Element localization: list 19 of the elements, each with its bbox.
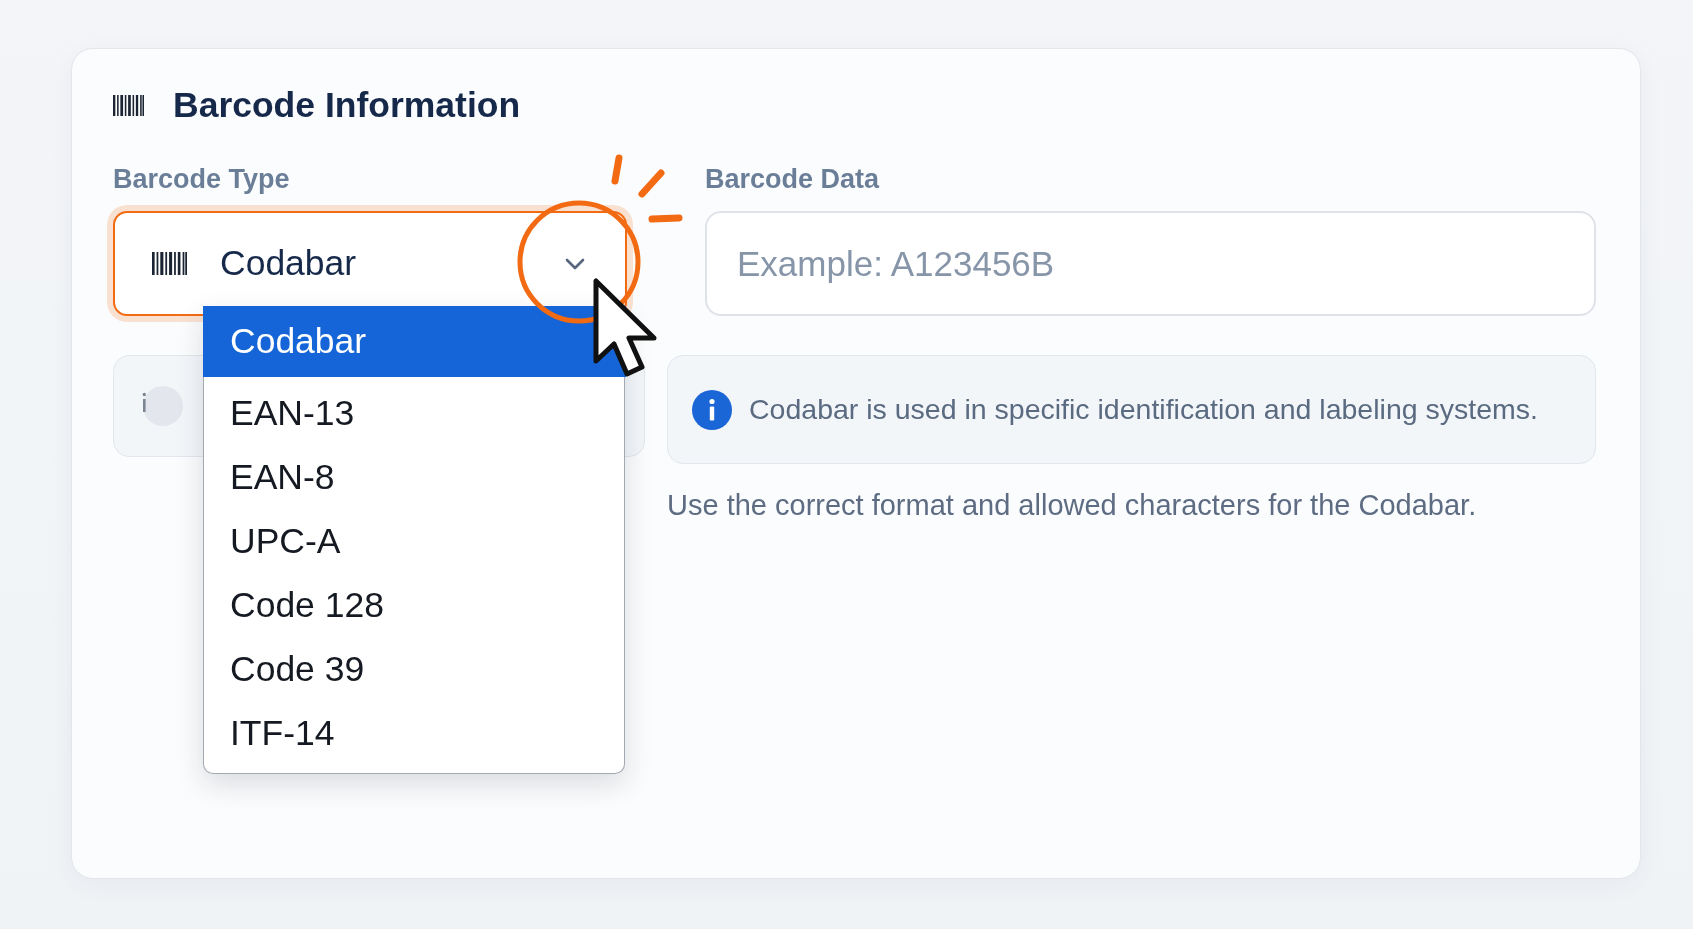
- barcode-icon: [113, 94, 144, 116]
- dropdown-option[interactable]: ITF-14: [204, 701, 624, 765]
- help-text: Use the correct format and allowed characters for the Codabar.: [667, 488, 1478, 522]
- barcode-data-input[interactable]: Example: A123456B: [705, 211, 1596, 316]
- card-title: Barcode Information: [173, 85, 521, 125]
- dropdown-option[interactable]: Code 39: [204, 637, 624, 701]
- dropdown-option[interactable]: Codabar: [202, 306, 626, 377]
- dropdown-option[interactable]: Code 128: [204, 573, 624, 637]
- info-text: Codabar is used in specific identification and labeling systems.: [749, 393, 1538, 426]
- info-icon: [692, 389, 732, 430]
- field-label: Barcode Data: [705, 164, 880, 194]
- dropdown-option[interactable]: UPC-A: [204, 509, 624, 573]
- barcode-type-select[interactable]: Codabar: [113, 211, 627, 316]
- dropdown-option[interactable]: EAN-13: [204, 381, 624, 445]
- field-label: Barcode Type: [113, 164, 290, 194]
- dropdown-option[interactable]: EAN-8: [204, 445, 624, 509]
- info-icon: [141, 385, 183, 427]
- chevron-down-icon: [565, 257, 585, 270]
- barcode-icon: [152, 252, 187, 275]
